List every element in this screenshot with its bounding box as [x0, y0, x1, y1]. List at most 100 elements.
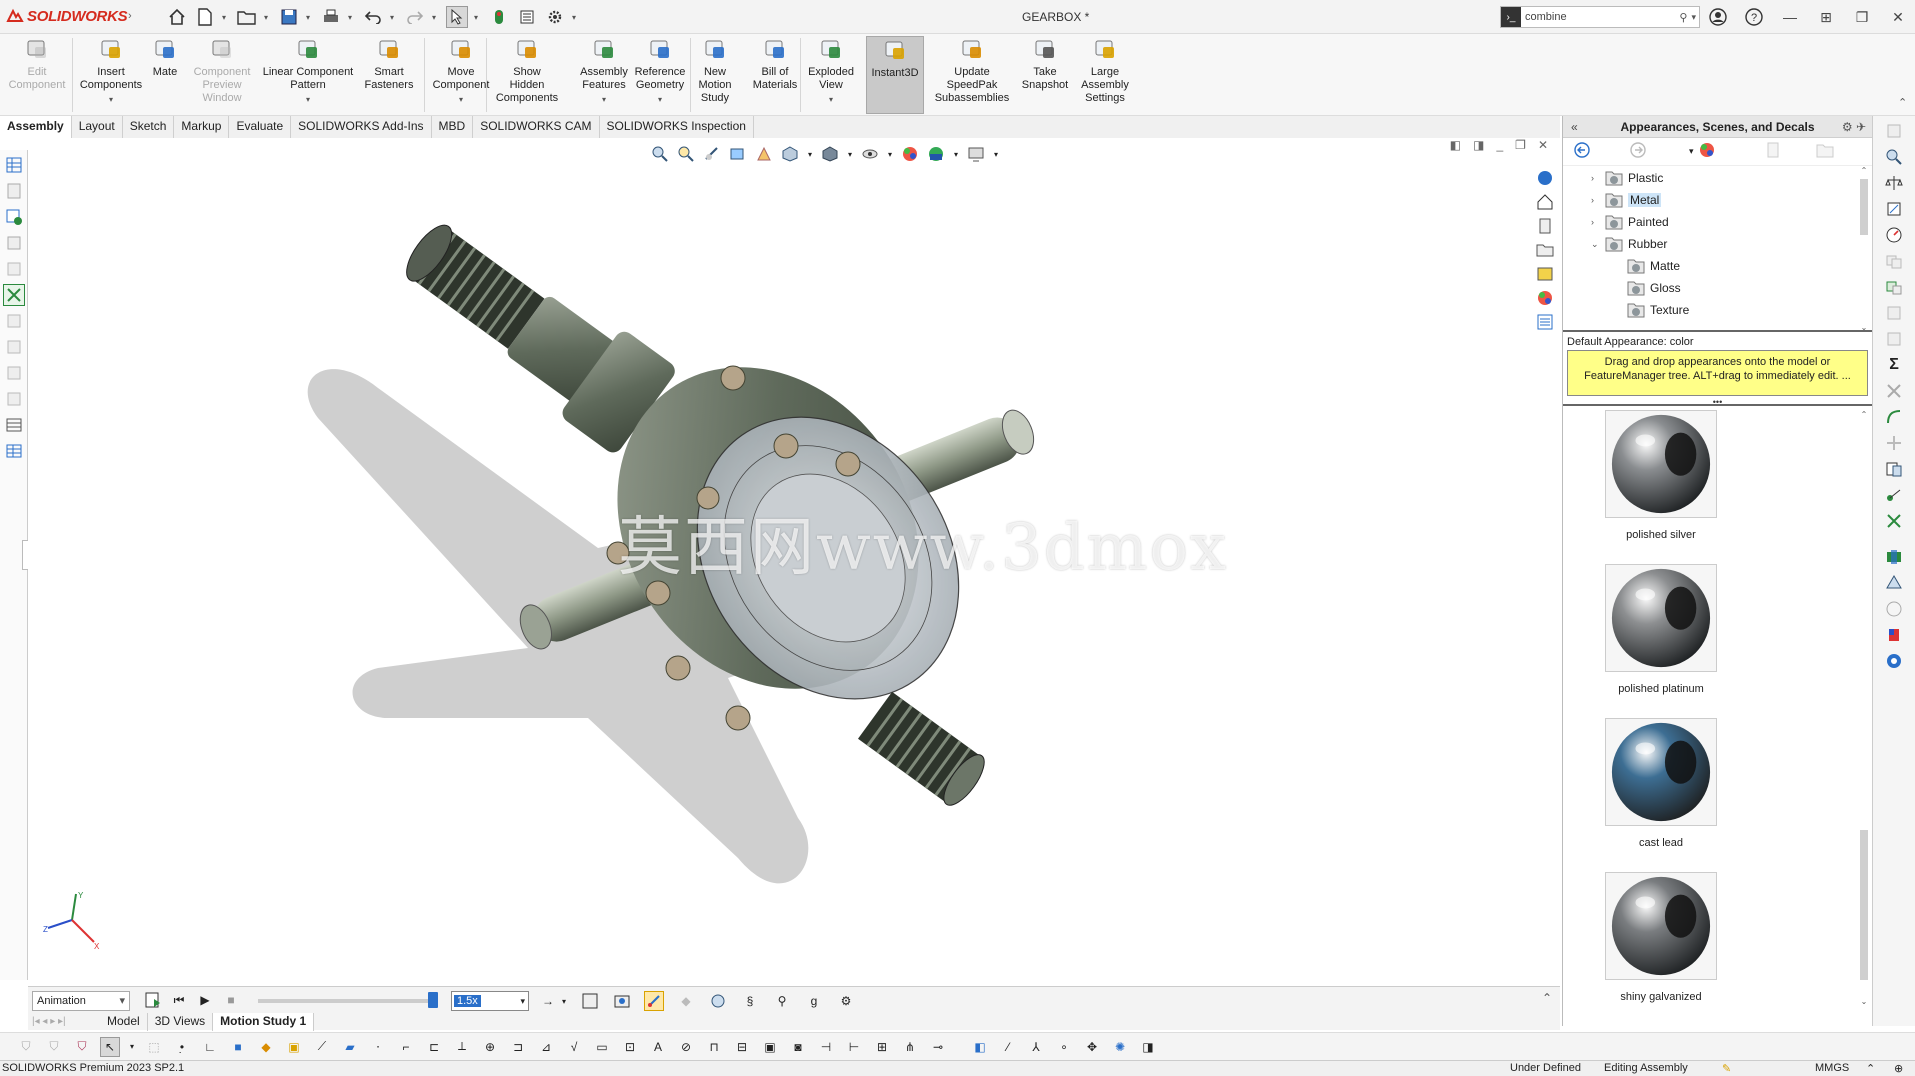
tab-sketch[interactable]: Sketch	[123, 116, 175, 138]
display-manager-icon[interactable]	[3, 258, 25, 280]
ribbon-button-insert-components[interactable]: Insert Components ▾	[78, 38, 144, 106]
task-pane-gear-icon[interactable]: ⚙	[1842, 120, 1853, 134]
ribbon-button-assembly-features[interactable]: Assembly Features ▾	[576, 38, 632, 106]
ribbon-dropdown-icon[interactable]: ▾	[806, 93, 856, 106]
filter-routing-points-icon[interactable]: ⊣	[816, 1037, 836, 1057]
ribbon-dropdown-icon[interactable]: ▾	[260, 93, 356, 106]
sensor-icon[interactable]	[1883, 224, 1905, 246]
back-arrow-icon[interactable]	[1573, 141, 1591, 162]
playback-mode-icon[interactable]: →	[538, 991, 558, 1011]
tree-item-matte[interactable]: Matte	[1613, 256, 1680, 276]
new-dropdown-icon[interactable]: ▾	[222, 13, 230, 22]
ribbon-button-reference-geometry[interactable]: Reference Geometry ▾	[632, 38, 688, 106]
tab-layout[interactable]: Layout	[72, 116, 123, 138]
user-account-icon[interactable]	[1707, 6, 1729, 28]
previous-view-icon[interactable]	[702, 144, 722, 164]
filter-blocks-icon[interactable]: ⊟	[732, 1037, 752, 1057]
filter-clear-icon[interactable]: ⛉	[44, 1037, 64, 1057]
feature-tree-icon[interactable]	[3, 154, 25, 176]
expand-arrow-icon[interactable]: ⌄	[1591, 239, 1605, 250]
restore-icon[interactable]: ❐	[1851, 6, 1873, 28]
apply-scene-icon[interactable]	[926, 144, 946, 164]
section-properties-icon[interactable]	[1883, 198, 1905, 220]
cam-post-icon[interactable]	[1883, 624, 1905, 646]
tree-item-painted[interactable]: › Painted	[1591, 212, 1669, 232]
tab-scroll-buttons[interactable]: |◂ ◂ ▸ ▸|	[28, 1013, 100, 1031]
cam-simulation-icon[interactable]	[3, 388, 25, 410]
filter-motor-icon[interactable]: ✺	[1110, 1037, 1130, 1057]
filter-surface-finish-icon[interactable]: ⊿	[536, 1037, 556, 1057]
print-dropdown-icon[interactable]: ▾	[348, 13, 356, 22]
rebuild-icon[interactable]	[488, 6, 510, 28]
appearance-swatch[interactable]: cast lead	[1591, 718, 1731, 849]
performance-icon[interactable]	[1883, 406, 1905, 428]
ribbon-button-instant3d[interactable]: Instant3D	[866, 36, 924, 114]
assembly-visualization-icon[interactable]	[1883, 484, 1905, 506]
contact-icon[interactable]: ⚲	[772, 991, 792, 1011]
ribbon-dropdown-icon[interactable]: ▾	[576, 93, 632, 106]
cam-feature-icon[interactable]	[1883, 510, 1905, 532]
tp-view-palette-icon[interactable]	[1534, 264, 1556, 284]
save-animation-icon[interactable]	[580, 991, 600, 1011]
ribbon-button-smart-fasteners[interactable]: Smart Fasteners	[364, 38, 414, 92]
collapse-motion-manager-icon[interactable]: ⌃	[1542, 991, 1552, 1005]
autokey-icon[interactable]	[644, 991, 664, 1011]
measure-icon[interactable]	[1883, 146, 1905, 168]
search-input[interactable]	[1525, 11, 1665, 23]
playback-slider[interactable]	[258, 992, 438, 1008]
open-dropdown-icon[interactable]: ▾	[264, 13, 272, 22]
filter-cosmetic-threads-icon[interactable]: ⊓	[704, 1037, 724, 1057]
appearance-swatch[interactable]: shiny galvanized	[1591, 872, 1731, 1003]
select-dropdown-icon[interactable]: ▾	[474, 13, 482, 22]
filter-mate-icon[interactable]: ✥	[1082, 1037, 1102, 1057]
filter-misc-icon[interactable]: ◧	[970, 1037, 990, 1057]
dynamic-annotation-icon[interactable]	[754, 144, 774, 164]
options-gear-icon[interactable]	[544, 6, 566, 28]
animation-wizard-icon[interactable]	[612, 991, 632, 1011]
tab-solidworks-inspection[interactable]: SOLIDWORKS Inspection	[600, 116, 754, 138]
configuration-manager-icon[interactable]	[3, 206, 25, 228]
tab-solidworks-add-ins[interactable]: SOLIDWORKS Add-Ins	[291, 116, 432, 138]
display-style-dropdown-icon[interactable]: ▾	[846, 144, 854, 164]
filter-point-icon[interactable]: ∘	[1054, 1037, 1074, 1057]
filter-center-marks-icon[interactable]: ⟂	[452, 1037, 472, 1057]
redo-dropdown-icon[interactable]: ▾	[432, 13, 440, 22]
cam-feature-tree-icon[interactable]	[3, 284, 25, 306]
ribbon-button-take-snapshot[interactable]: Take Snapshot	[1018, 38, 1072, 92]
viewport-split-left-icon[interactable]: ◧	[1450, 138, 1461, 152]
tile-window-icon[interactable]: ⊞	[1815, 6, 1837, 28]
view-orientation-dropdown-icon[interactable]: ▾	[806, 144, 814, 164]
filter-dowel-pins-icon[interactable]: ▣	[760, 1037, 780, 1057]
expand-arrow-icon[interactable]: ›	[1591, 195, 1605, 205]
play-icon[interactable]: ▶	[196, 991, 214, 1009]
ribbon-button-move-component[interactable]: Move Component ▾	[430, 38, 492, 106]
tree-item-plastic[interactable]: › Plastic	[1591, 168, 1663, 188]
collapse-task-pane-icon[interactable]: «	[1571, 116, 1578, 138]
filter-select-all-icon[interactable]: ⛉	[72, 1037, 92, 1057]
filter-cosmetic-welds-icon[interactable]: ⊸	[928, 1037, 948, 1057]
filter-line-icon[interactable]: ⁄	[998, 1037, 1018, 1057]
units-system[interactable]: MMGS	[1815, 1062, 1849, 1074]
motion-study-properties-icon[interactable]: ⚙	[836, 991, 856, 1011]
filter-midpoints-icon[interactable]: ⊏	[424, 1037, 444, 1057]
property-manager-icon[interactable]	[3, 180, 25, 202]
filter-weld-symbols-icon[interactable]: A	[648, 1037, 668, 1057]
hole-alignment-icon[interactable]	[1883, 302, 1905, 324]
tab-solidworks-cam[interactable]: SOLIDWORKS CAM	[473, 116, 600, 138]
cam-check-icon[interactable]	[1883, 598, 1905, 620]
filter-connection-points-icon[interactable]: ◙	[788, 1037, 808, 1057]
ribbon-button-show-hidden-components[interactable]: Show Hidden Components	[492, 38, 562, 105]
view-settings-icon[interactable]	[966, 144, 986, 164]
edit-appearance-icon[interactable]	[900, 144, 920, 164]
cam-generate-icon[interactable]	[1883, 572, 1905, 594]
tree-item-gloss[interactable]: Gloss	[1613, 278, 1681, 298]
filter-notes-icon[interactable]: ▭	[592, 1037, 612, 1057]
filter-sketch-points-icon[interactable]: ⋅	[368, 1037, 388, 1057]
filter-dimensions-icon[interactable]: ⊐	[508, 1037, 528, 1057]
filter-pointer-icon[interactable]: ↖	[100, 1036, 120, 1057]
close-icon[interactable]: ✕	[1887, 6, 1909, 28]
appearance-palette-icon[interactable]	[1698, 141, 1716, 162]
apply-scene-dropdown-icon[interactable]: ▾	[952, 144, 960, 164]
filter-edges-icon[interactable]: ∟	[200, 1037, 220, 1057]
ribbon-dropdown-icon[interactable]: ▾	[632, 93, 688, 106]
